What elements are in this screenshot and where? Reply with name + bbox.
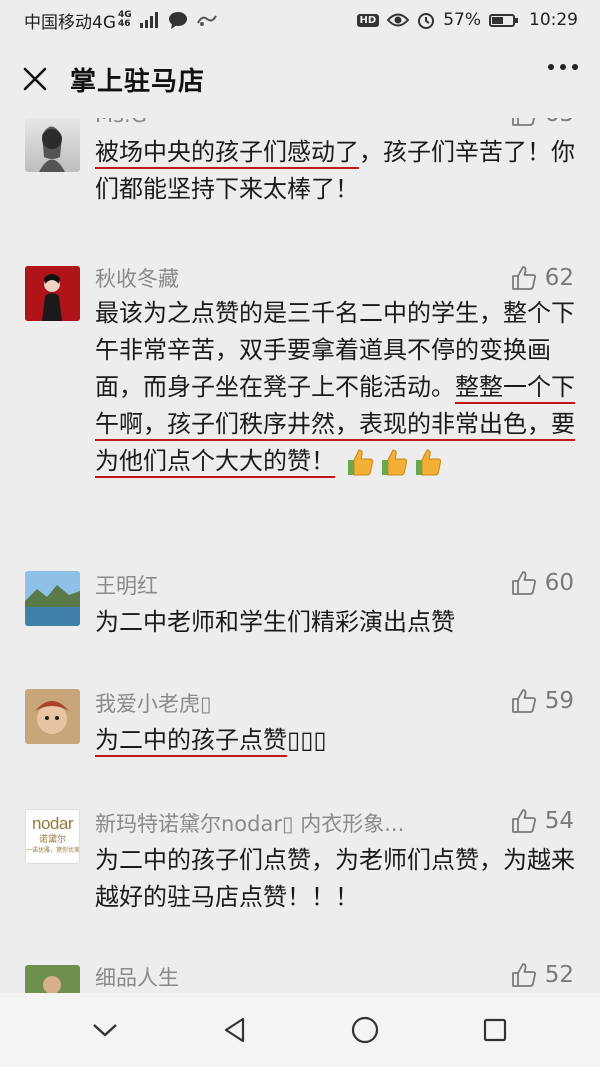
like-count: 62 (544, 265, 574, 291)
avatar[interactable] (25, 118, 80, 172)
like-button[interactable]: 54 (511, 808, 574, 834)
home-button[interactable] (341, 1006, 389, 1054)
page-title: 掌上驻马店 (70, 66, 206, 97)
commenter-name: 王明红 (95, 574, 158, 598)
alarm-icon (418, 13, 435, 29)
chat-bubble-icon (168, 12, 187, 29)
signal-icon (139, 12, 158, 28)
more-options-button[interactable] (548, 64, 578, 70)
system-nav-bar (0, 993, 600, 1067)
nodar-logo-text: nodar (32, 814, 73, 833)
like-count: 63 (545, 118, 574, 127)
recents-square-icon (483, 1018, 507, 1042)
thumbs-up-emoji-icon (382, 449, 408, 476)
avatar[interactable] (25, 571, 80, 626)
underlined-text: 被场中央的孩子们感动了 (95, 138, 359, 166)
thumbs-up-icon (511, 118, 535, 126)
commenter-name: 新玛特诺黛尔nodar▯ 内衣形象... (95, 812, 405, 836)
like-button[interactable]: 60 (511, 570, 574, 596)
chevron-down-icon (93, 1024, 117, 1037)
like-count: 52 (544, 962, 574, 988)
comment-text: 为二中的孩子点赞▯▯▯ (95, 722, 575, 759)
commenter-name: 秋收冬藏 (95, 267, 179, 291)
thumbs-up-icon (511, 266, 536, 290)
avatar[interactable] (25, 689, 80, 744)
like-count: 54 (544, 808, 574, 834)
nodar-logo-tag: 一诺优雅，黛你优美 (26, 847, 80, 854)
like-count: 59 (544, 688, 574, 714)
battery-percent: 57% (443, 10, 481, 30)
comment-text: 被场中央的孩子们感动了，孩子们辛苦了！你们都能坚持下来太棒了！ (95, 134, 575, 208)
status-bar: 中国移动4G 4G 46 HD 57% 10:29 (0, 0, 600, 40)
close-icon (23, 67, 47, 91)
close-button[interactable] (18, 62, 52, 96)
back-triangle-icon (224, 1017, 245, 1043)
thumbs-up-icon (511, 689, 536, 713)
avatar[interactable] (25, 965, 80, 993)
comment-text: 为二中的孩子们点赞，为老师们点赞，为越来越好的驻马店点赞！！！ (95, 846, 575, 911)
avatar[interactable] (25, 266, 80, 321)
thumbs-up-icon (511, 809, 536, 833)
like-button[interactable]: 59 (511, 688, 574, 714)
clock-time: 10:29 (529, 10, 578, 30)
battery-icon (489, 13, 518, 27)
like-button[interactable]: 52 (511, 962, 574, 988)
app-notification-icon (196, 15, 217, 26)
commenter-name: Ms.G (95, 118, 147, 127)
recents-button[interactable] (471, 1006, 519, 1054)
hd-badge: HD (356, 13, 380, 27)
like-button[interactable]: 62 (511, 265, 574, 291)
collapse-button[interactable] (81, 1006, 129, 1054)
comment-text: 为二中老师和学生们精彩演出点赞 (95, 608, 455, 636)
carrier-label: 中国移动4G (24, 12, 116, 33)
nodar-logo-sub: 诺黛尔 (38, 835, 66, 845)
like-button[interactable]: 63 (511, 118, 574, 127)
thumbs-up-icon (511, 571, 536, 595)
network-badge-bottom: 46 (118, 19, 131, 29)
thumbs-emoji-group (345, 448, 443, 476)
thumbs-up-emoji-icon (416, 449, 442, 476)
commenter-name: 细品人生 (95, 966, 179, 990)
comment-text-rest: ▯▯▯ (287, 726, 327, 754)
home-circle-icon (351, 1016, 379, 1044)
top-bar: 掌上驻马店 (0, 40, 600, 118)
brand-logo-avatar[interactable]: nodar 诺黛尔 一诺优雅，黛你优美 (25, 809, 80, 864)
comment-text: 最该为之点赞的是三千名二中的学生，整个下午非常辛苦，双手要拿着道具不停的变换画面… (95, 295, 575, 480)
underlined-text: 为二中的孩子点赞 (95, 726, 287, 754)
comment-list[interactable]: Ms.G 63 被场中央的孩子们感动了，孩子们辛苦了！你们都能坚持下来太棒了！ … (0, 118, 600, 993)
thumbs-up-emoji-icon (348, 449, 374, 476)
thumbs-up-icon (511, 963, 536, 987)
like-count: 60 (544, 570, 574, 596)
eye-icon (387, 13, 410, 27)
commenter-name: 我爱小老虎▯ (95, 692, 212, 716)
back-button[interactable] (211, 1006, 259, 1054)
